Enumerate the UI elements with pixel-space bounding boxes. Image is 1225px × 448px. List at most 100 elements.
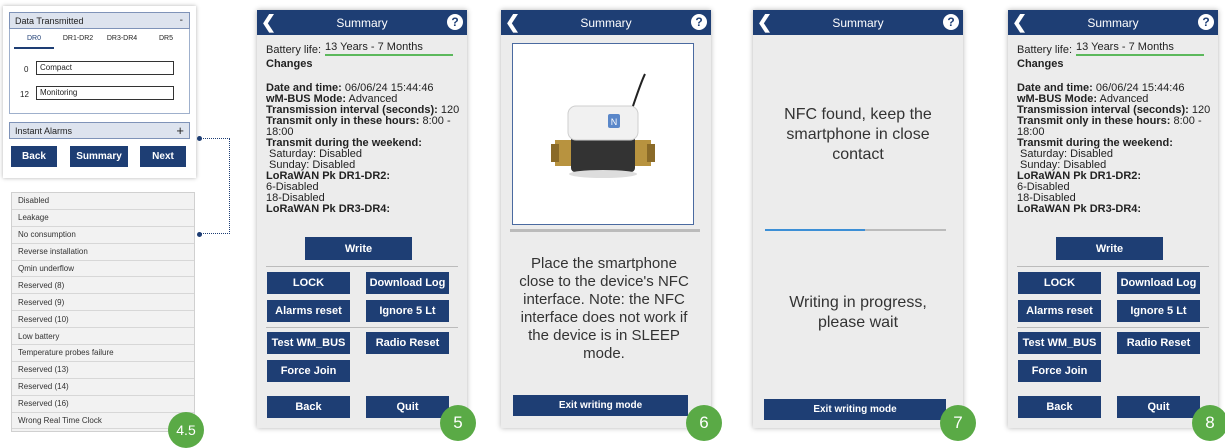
ignore-button[interactable]: Ignore 5 Lt — [1117, 300, 1200, 322]
connector-dot — [197, 136, 202, 141]
list-item[interactable]: Qmin underflow — [12, 261, 194, 278]
list-item[interactable]: Temperature probes failure — [12, 345, 194, 362]
progress-track — [765, 229, 946, 231]
instant-alarms-title: Instant Alarms — [15, 125, 73, 136]
row-index: 12 — [20, 90, 29, 99]
list-item[interactable]: No consumption — [12, 227, 194, 244]
list-item[interactable]: Disabled — [12, 193, 194, 210]
summary-button[interactable]: Summary — [70, 146, 128, 167]
lock-button[interactable]: LOCK — [1018, 272, 1101, 294]
data-transmitted-title: Data Transmitted — [15, 15, 84, 26]
radio-reset-button[interactable]: Radio Reset — [366, 332, 449, 354]
step-badge: 6 — [686, 405, 722, 441]
app-header: ❮ Summary ? — [257, 10, 467, 35]
connector-dot — [197, 232, 202, 237]
hours-row: Transmit only in these hours: 8:00 - — [266, 116, 461, 127]
battery-value: 13 Years - 7 Months — [325, 42, 454, 56]
data-transmitted-header[interactable]: Data Transmitted - — [9, 12, 190, 29]
hours-value: 8:00 - — [422, 115, 451, 127]
step-badge: 7 — [940, 405, 976, 441]
list-item[interactable]: Wrong Real Time Clock — [12, 413, 194, 430]
field-compact[interactable]: Compact — [36, 61, 174, 75]
app-header: ❮ Summary ? — [1008, 10, 1218, 35]
help-icon[interactable]: ? — [943, 14, 959, 30]
list-item[interactable]: Reserved (14) — [12, 379, 194, 396]
test-wmbus-button[interactable]: Test WM_BUS — [267, 332, 350, 354]
back-arrow-icon[interactable]: ❮ — [261, 12, 276, 32]
help-icon[interactable]: ? — [691, 14, 707, 30]
ignore-button[interactable]: Ignore 5 Lt — [366, 300, 449, 322]
collapse-icon[interactable]: - — [180, 15, 183, 26]
connector-line — [200, 138, 230, 234]
back-button[interactable]: Back — [1018, 396, 1101, 418]
back-button[interactable]: Back — [267, 396, 350, 418]
battery-value: 13 Years - 7 Months — [1076, 42, 1205, 56]
changes-heading: Changes — [1017, 58, 1064, 70]
battery-label: Battery life: — [1017, 44, 1073, 56]
alarms-reset-button[interactable]: Alarms reset — [1018, 300, 1101, 322]
help-icon[interactable]: ? — [447, 14, 463, 30]
tab-dr0[interactable]: DR0 — [14, 35, 54, 49]
list-item[interactable]: Reserved (16) — [12, 396, 194, 413]
summary-screen: ❮ Summary ? Battery life: 13 Years - 7 Mo… — [257, 10, 467, 428]
app-header: ❮ Summary ? — [753, 10, 963, 35]
tab-dr1-dr2[interactable]: DR1-DR2 — [58, 35, 98, 49]
alarms-reset-button[interactable]: Alarms reset — [267, 300, 350, 322]
divider — [510, 229, 700, 232]
download-log-button[interactable]: Download Log — [1117, 272, 1200, 294]
back-arrow-icon[interactable]: ❮ — [757, 12, 772, 32]
back-arrow-icon[interactable]: ❮ — [505, 12, 520, 32]
tab-dr3-dr4[interactable]: DR3-DR4 — [102, 35, 142, 49]
test-wmbus-button[interactable]: Test WM_BUS — [1018, 332, 1101, 354]
divider — [1017, 266, 1209, 267]
row-index: 0 — [24, 65, 29, 74]
field-monitoring[interactable]: Monitoring — [36, 86, 174, 100]
expand-icon[interactable]: + — [176, 123, 184, 138]
force-join-button[interactable]: Force Join — [1018, 360, 1101, 382]
alarm-list: Disabled Leakage No consumption Reverse … — [11, 192, 195, 432]
hours-row: Transmit only in these hours: 8:00 - — [1017, 116, 1212, 127]
divider — [266, 327, 458, 328]
nfc-found-message: NFC found, keep the smartphone in close … — [784, 106, 932, 163]
progress-fill — [765, 229, 865, 231]
quit-button[interactable]: Quit — [1117, 396, 1200, 418]
summary-screen-final: ❮ Summary ? Battery life: 13 Years - 7 Mo… — [1008, 10, 1218, 428]
exit-writing-button[interactable]: Exit writing mode — [513, 395, 688, 416]
back-button[interactable]: Back — [11, 146, 57, 167]
battery-label: Battery life: — [266, 44, 322, 56]
device-image-frame: N — [512, 43, 694, 225]
lock-button[interactable]: LOCK — [267, 272, 350, 294]
radio-reset-button[interactable]: Radio Reset — [1117, 332, 1200, 354]
quit-button[interactable]: Quit — [366, 396, 449, 418]
exit-writing-button[interactable]: Exit writing mode — [764, 399, 946, 420]
list-item[interactable]: Reserved (9) — [12, 294, 194, 312]
instant-alarms-header[interactable]: Instant Alarms + — [9, 122, 190, 139]
force-join-button[interactable]: Force Join — [267, 360, 350, 382]
next-button[interactable]: Next — [140, 146, 186, 167]
summary-details: Battery life: 13 Years - 7 Months Changes… — [1017, 42, 1212, 215]
nfc-writing-screen: ❮ Summary ? NFC found, keep the smartpho… — [753, 10, 963, 428]
download-log-button[interactable]: Download Log — [366, 272, 449, 294]
tab-dr5[interactable]: DR5 — [146, 35, 186, 49]
list-item[interactable]: Leakage — [12, 210, 194, 227]
nfc-instruction: Place the smartphone close to the device… — [519, 255, 689, 362]
write-button[interactable]: Write — [305, 237, 412, 260]
step-badge: 5 — [440, 405, 476, 441]
hours-value: 8:00 - — [1173, 115, 1202, 127]
summary-details: Battery life: 13 Years - 7 Months Changes… — [266, 42, 461, 215]
write-button[interactable]: Write — [1056, 237, 1163, 260]
help-icon[interactable]: ? — [1198, 14, 1214, 30]
battery-row: Battery life: 13 Years - 7 Months — [1017, 42, 1212, 56]
nfc-place-screen: ❮ Summary ? N Place the smartphone close… — [501, 10, 711, 428]
list-item[interactable]: Reserved (8) — [12, 277, 194, 295]
list-item[interactable]: Low battery — [12, 328, 194, 346]
back-arrow-icon[interactable]: ❮ — [1012, 12, 1027, 32]
header-title: Summary — [336, 15, 388, 30]
changes-heading: Changes — [266, 58, 313, 70]
header-title: Summary — [1087, 15, 1139, 30]
config-panel: Data Transmitted - DR0 DR1-DR2 DR3-DR4 D… — [3, 6, 196, 178]
list-item[interactable]: Reverse installation — [12, 244, 194, 261]
meter-device-image: N — [551, 73, 655, 178]
list-item[interactable]: Reserved (10) — [12, 311, 194, 329]
list-item[interactable]: Reserved (13) — [12, 362, 194, 379]
